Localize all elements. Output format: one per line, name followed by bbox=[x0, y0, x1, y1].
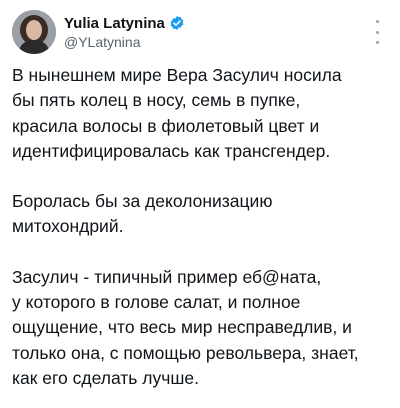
text-line: ощущение, что весь мир несправедлив, и bbox=[12, 317, 352, 338]
tweet-paragraph: В нынешнем мире Вера Засулич носила бы п… bbox=[12, 63, 392, 164]
text-line: только она, с помощью револьвера, знает, bbox=[12, 342, 359, 363]
more-options-icon[interactable] bbox=[368, 18, 386, 46]
text-line: Засулич - типичный пример еб@ната, bbox=[12, 266, 322, 287]
author-block: Yulia Latynina @YLatynina bbox=[64, 14, 185, 50]
tweet-paragraph: Боролась бы за деколонизацию митохондрий… bbox=[12, 189, 392, 240]
name-row: Yulia Latynina bbox=[64, 14, 185, 32]
text-line: бы пять колец в носу, семь в пупке, bbox=[12, 90, 301, 111]
text-line: В нынешнем мире Вера Засулич носила bbox=[12, 65, 342, 85]
text-line: митохондрий. bbox=[12, 216, 124, 237]
avatar-image bbox=[12, 10, 56, 54]
text-line: идентифицировалась как трансгендер. bbox=[12, 140, 331, 161]
more-dot bbox=[375, 30, 379, 34]
text-line: как его сделать лучше. bbox=[12, 367, 199, 388]
avatar[interactable] bbox=[12, 10, 56, 54]
verified-badge-icon bbox=[169, 15, 185, 31]
author-display-name[interactable]: Yulia Latynina bbox=[64, 15, 165, 32]
more-dot bbox=[375, 41, 379, 44]
tweet-header: Yulia Latynina @YLatynina bbox=[12, 10, 388, 54]
text-line: красила волосы в фиолетовый цвет и bbox=[12, 115, 320, 136]
text-line: у которого в голове салат, и полное bbox=[12, 292, 301, 313]
author-handle[interactable]: @YLatynina bbox=[64, 34, 185, 50]
more-dot bbox=[375, 20, 379, 23]
text-line: Боролась бы за деколонизацию bbox=[12, 191, 273, 212]
tweet-text: В нынешнем мире Вера Засулич носила бы п… bbox=[12, 63, 392, 391]
tweet-paragraph: Засулич - типичный пример еб@ната, у кот… bbox=[12, 265, 392, 391]
